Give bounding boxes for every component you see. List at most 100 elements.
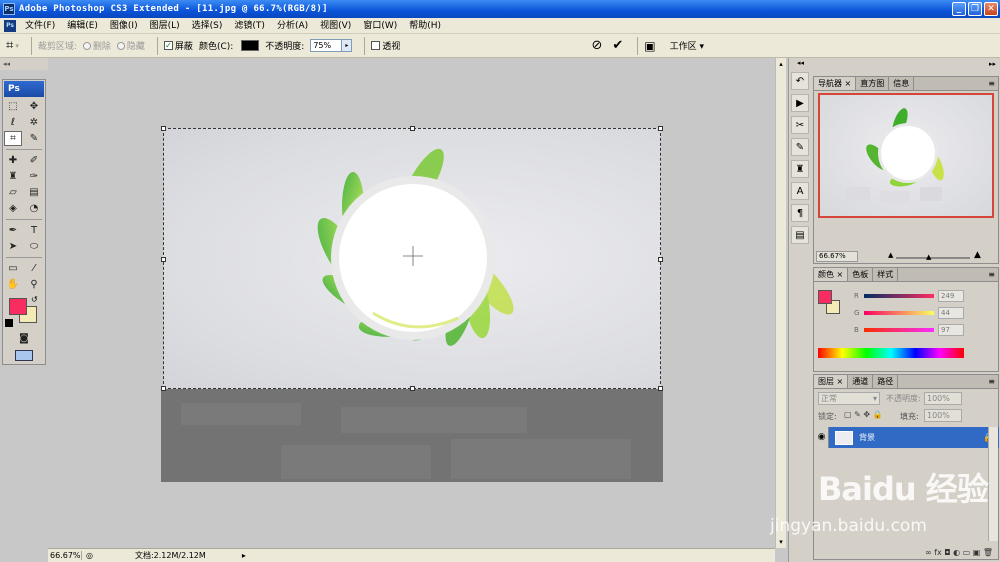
menu-edit[interactable]: 编辑(E): [61, 18, 104, 34]
healing-brush-tool-icon[interactable]: ✚: [4, 153, 22, 168]
minimize-button[interactable]: _: [952, 2, 966, 16]
menu-window[interactable]: 窗口(W): [357, 18, 403, 34]
screen-mode-icon[interactable]: [10, 348, 38, 363]
restore-button[interactable]: ❐: [968, 2, 982, 16]
hand-tool-icon[interactable]: ✋: [4, 277, 22, 292]
hide-radio-icon[interactable]: [116, 41, 125, 50]
navigator-zoom-slider[interactable]: [896, 257, 970, 259]
tool-preset-arrow[interactable]: ▾: [15, 42, 19, 50]
opacity-slider-arrow-icon[interactable]: ▸: [342, 39, 353, 52]
perspective-checkbox-icon[interactable]: [371, 41, 381, 50]
tab-channels[interactable]: 通道: [848, 375, 874, 388]
tab-styles[interactable]: 样式: [873, 268, 899, 281]
path-selection-tool-icon[interactable]: ➤: [4, 239, 22, 254]
zoom-out-icon[interactable]: ▲: [888, 251, 893, 259]
perspective-checkbox[interactable]: 透视: [371, 39, 400, 52]
shield-color-swatch[interactable]: [241, 40, 260, 51]
slice-tool-icon[interactable]: ✎: [25, 131, 43, 146]
blend-mode-select[interactable]: 正常 ▾: [818, 392, 880, 405]
close-button[interactable]: ✕: [984, 2, 998, 16]
menu-view[interactable]: 视图(V): [314, 18, 357, 34]
character-panel-icon[interactable]: A: [791, 182, 809, 200]
move-tool-icon[interactable]: ✥: [25, 99, 43, 114]
crop-handle-bottom[interactable]: [410, 386, 415, 391]
foreground-color-swatch[interactable]: [9, 298, 27, 315]
swap-colors-icon[interactable]: ↺: [31, 295, 38, 304]
green-slider[interactable]: [864, 311, 934, 315]
shield-checkbox[interactable]: ✓ 屏蔽: [163, 39, 193, 52]
default-colors-icon[interactable]: [5, 319, 13, 327]
history-brush-tool-icon[interactable]: ✑: [25, 169, 43, 184]
red-slider[interactable]: [864, 294, 934, 298]
marquee-tool-icon[interactable]: ⬚: [4, 99, 22, 114]
workspace-menu[interactable]: 工作区 ▾: [670, 39, 704, 52]
layer-thumbnail[interactable]: [835, 430, 853, 445]
document-icon[interactable]: Ps: [4, 19, 16, 32]
clone-stamp-tool-icon[interactable]: ♜: [4, 169, 22, 184]
quick-mask-icon[interactable]: ◙: [10, 331, 38, 346]
crop-handle-top[interactable]: [410, 126, 415, 131]
tab-info[interactable]: 信息: [889, 77, 915, 90]
layer-opacity-input[interactable]: 100%: [924, 392, 962, 405]
menu-image[interactable]: 图像(I): [104, 18, 144, 34]
blue-slider[interactable]: [864, 328, 934, 332]
delete-radio-icon[interactable]: [82, 41, 91, 50]
magic-wand-tool-icon[interactable]: ✲: [25, 115, 43, 130]
hide-radio[interactable]: 隐藏: [116, 39, 145, 52]
commit-crop-icon[interactable]: ✔: [612, 38, 623, 53]
tool-presets-panel-icon[interactable]: ✂: [791, 116, 809, 134]
toolbox-logo[interactable]: Ps: [4, 81, 44, 97]
scroll-down-arrow-icon[interactable]: ▾: [776, 538, 786, 546]
green-value-input[interactable]: 44: [938, 307, 964, 319]
lock-icons[interactable]: ▢ ✎ ✥ 🔒: [844, 410, 883, 419]
navigator-preview[interactable]: [818, 93, 994, 218]
brush-tool-icon[interactable]: ✐: [25, 153, 43, 168]
tab-navigator[interactable]: 导航器 ×: [814, 77, 857, 90]
photoshop-app-icon[interactable]: Ps: [3, 3, 15, 15]
dock-collapse-icon[interactable]: ◂◂: [789, 58, 812, 68]
layer-name[interactable]: 背景: [859, 432, 875, 443]
cancel-crop-icon[interactable]: ⊘: [591, 38, 602, 53]
blur-tool-icon[interactable]: ◈: [4, 201, 22, 216]
brushes-panel-icon[interactable]: ✎: [791, 138, 809, 156]
fill-input[interactable]: 100%: [924, 409, 962, 422]
menu-help[interactable]: 帮助(H): [403, 18, 447, 34]
crop-handle-top-left[interactable]: [161, 126, 166, 131]
crop-handle-bottom-left[interactable]: [161, 386, 166, 391]
panel-menu-icon[interactable]: ≡: [988, 77, 998, 90]
status-options-icon[interactable]: ◎: [86, 551, 93, 560]
type-tool-icon[interactable]: T: [25, 223, 43, 238]
title-bar[interactable]: Ps Adobe Photoshop CS3 Extended - [11.jp…: [0, 0, 1000, 18]
layer-row-background[interactable]: ◉ 背景 🔒: [815, 427, 999, 448]
crop-handle-left[interactable]: [161, 257, 166, 262]
bridge-icon[interactable]: ▣: [644, 39, 655, 53]
notes-tool-icon[interactable]: ▭: [4, 261, 22, 276]
delete-radio[interactable]: 删除: [82, 39, 111, 52]
panels-collapse-icon[interactable]: ▸▸: [989, 60, 996, 68]
blue-value-input[interactable]: 97: [938, 324, 964, 336]
red-value-input[interactable]: 249: [938, 290, 964, 302]
crop-handle-bottom-right[interactable]: [658, 386, 663, 391]
status-menu-arrow-icon[interactable]: ▸: [242, 551, 246, 560]
zoom-in-icon[interactable]: ▲: [974, 250, 981, 260]
crop-handle-top-right[interactable]: [658, 126, 663, 131]
status-zoom-field[interactable]: 66.67%: [48, 551, 82, 560]
crop-handle-right[interactable]: [658, 257, 663, 262]
tab-swatches[interactable]: 色板: [848, 268, 874, 281]
panel-menu-icon[interactable]: ≡: [988, 375, 998, 388]
actions-panel-icon[interactable]: ▶: [791, 94, 809, 112]
toolbox-collapse-bar[interactable]: ◂◂: [0, 58, 48, 70]
layer-visibility-eye-icon[interactable]: ◉: [815, 427, 829, 448]
tab-paths[interactable]: 路径: [873, 375, 899, 388]
paragraph-panel-icon[interactable]: ¶: [791, 204, 809, 222]
crop-tool-icon[interactable]: ⌗: [4, 131, 22, 146]
color-panel-fg-swatch[interactable]: [818, 290, 832, 304]
shield-opacity-input[interactable]: 75%: [310, 39, 343, 52]
canvas-vertical-scrollbar[interactable]: ▴ ▾: [775, 58, 786, 548]
menu-select[interactable]: 选择(S): [186, 18, 229, 34]
shield-checkbox-icon[interactable]: ✓: [163, 41, 173, 50]
layers-footer-buttons[interactable]: ∞ fx ◘ ◐ ▭ ▣ 🗑: [815, 545, 999, 559]
eraser-tool-icon[interactable]: ▱: [4, 185, 22, 200]
crop-tool-preset-icon[interactable]: ⌗: [6, 38, 13, 53]
color-spectrum-bar[interactable]: [818, 348, 964, 358]
